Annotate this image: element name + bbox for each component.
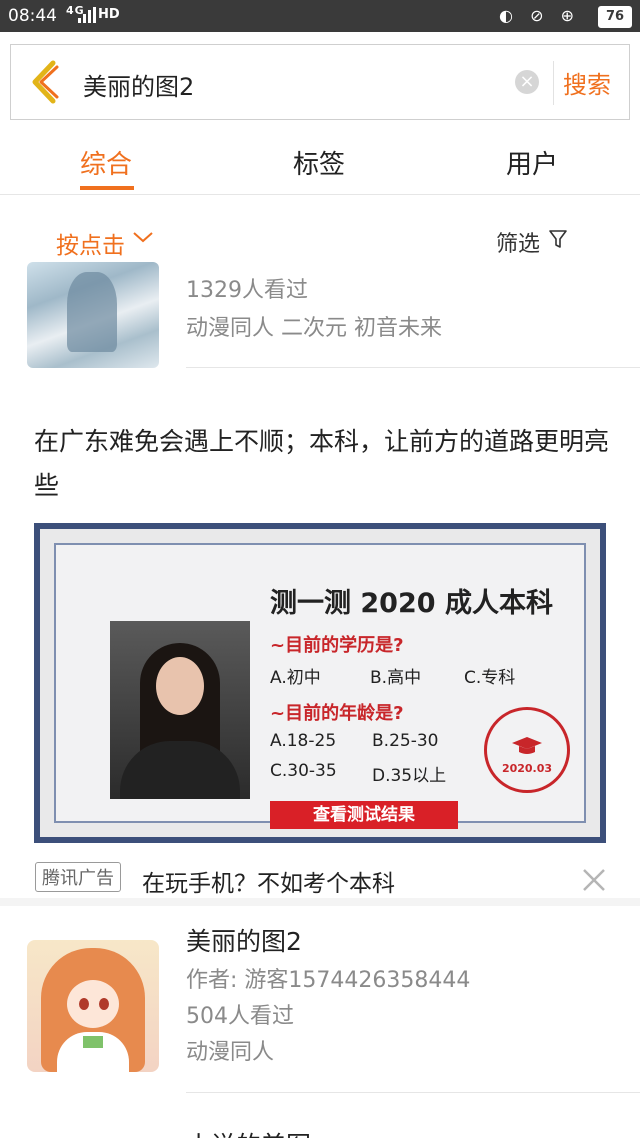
tab-users[interactable]: 用户 [506, 144, 558, 181]
ad-option: A.18-25 [270, 731, 337, 751]
ad-title[interactable]: 在广东难免会遇上不顺；本科，让前方的道路更明亮些 [34, 420, 614, 508]
sort-dropdown[interactable]: 按点击 [56, 226, 125, 260]
ad-question-2: ~目前的年龄是? [270, 703, 404, 724]
ad-option: C.30-35 [270, 761, 337, 781]
battery-icon: 76 [598, 6, 632, 28]
tab-tags[interactable]: 标签 [293, 144, 345, 181]
tab-bar: 综合 标签 用户 [0, 122, 640, 195]
ad-banner[interactable]: 测一测 2020 成人本科 ~目前的学历是? A.初中 B.高中 C.专科 ~目… [34, 523, 606, 843]
section-gap [0, 898, 640, 906]
result-author: 作者: 游客1574426358444 [186, 968, 471, 993]
hd-badge: HD [98, 7, 120, 22]
ad-description[interactable]: 在玩手机？不如考个本科 [142, 864, 395, 898]
status-bar: 08:44 4G HD ◐ ⊘ ⊕ 76 [0, 0, 640, 32]
graduation-cap-icon [512, 737, 542, 754]
close-icon[interactable] [580, 866, 608, 894]
ad-badge: 腾讯广告 [35, 862, 121, 892]
clear-search-icon[interactable]: × [515, 70, 539, 94]
signal-icon [78, 7, 96, 23]
sort-row: 按点击 筛选 [0, 218, 640, 262]
search-bar: 美丽的图2 × 搜索 [10, 44, 630, 120]
result-title[interactable]: 美丽的图2 [186, 922, 302, 958]
result-thumbnail[interactable] [27, 940, 159, 1072]
ad-question-1: ~目前的学历是? [270, 635, 404, 656]
divider [186, 1092, 640, 1093]
ad-cta-button[interactable]: 查看测试结果 [270, 801, 458, 829]
search-button[interactable]: 搜索 [563, 65, 611, 100]
ad-option: B.高中 [370, 668, 422, 688]
ad-option: A.初中 [270, 668, 321, 688]
seal-icon: 2020.03 [484, 707, 570, 793]
filter-button[interactable]: 筛选 [496, 226, 540, 258]
divider [553, 61, 554, 105]
result-views: 504人看过 [186, 1004, 294, 1029]
search-input[interactable]: 美丽的图2 [83, 67, 194, 102]
ad-option: D.35以上 [372, 766, 447, 786]
status-icons: ◐ ⊘ ⊕ [499, 6, 580, 25]
ad-headline: 测一测 2020 成人本科 [270, 588, 553, 619]
active-tab-indicator [80, 186, 134, 190]
tab-all[interactable]: 综合 [80, 144, 132, 181]
ad-photo [110, 621, 250, 799]
result-tags: 动漫同人 [186, 1040, 275, 1065]
ad-option: C.专科 [464, 668, 516, 688]
chevron-down-icon[interactable] [132, 230, 154, 244]
result-views: 1329人看过 [186, 278, 308, 303]
back-button[interactable] [27, 57, 67, 107]
status-time: 08:44 [8, 6, 57, 26]
divider [186, 367, 640, 368]
result-thumbnail[interactable] [27, 262, 159, 368]
stamp-year: 2020.03 [501, 762, 553, 775]
ad-option: B.25-30 [372, 731, 439, 751]
filter-icon[interactable] [548, 228, 568, 250]
result-tags: 动漫同人 二次元 初音未来 [186, 316, 442, 341]
result-title[interactable]: 小说的美图 [186, 1126, 311, 1138]
